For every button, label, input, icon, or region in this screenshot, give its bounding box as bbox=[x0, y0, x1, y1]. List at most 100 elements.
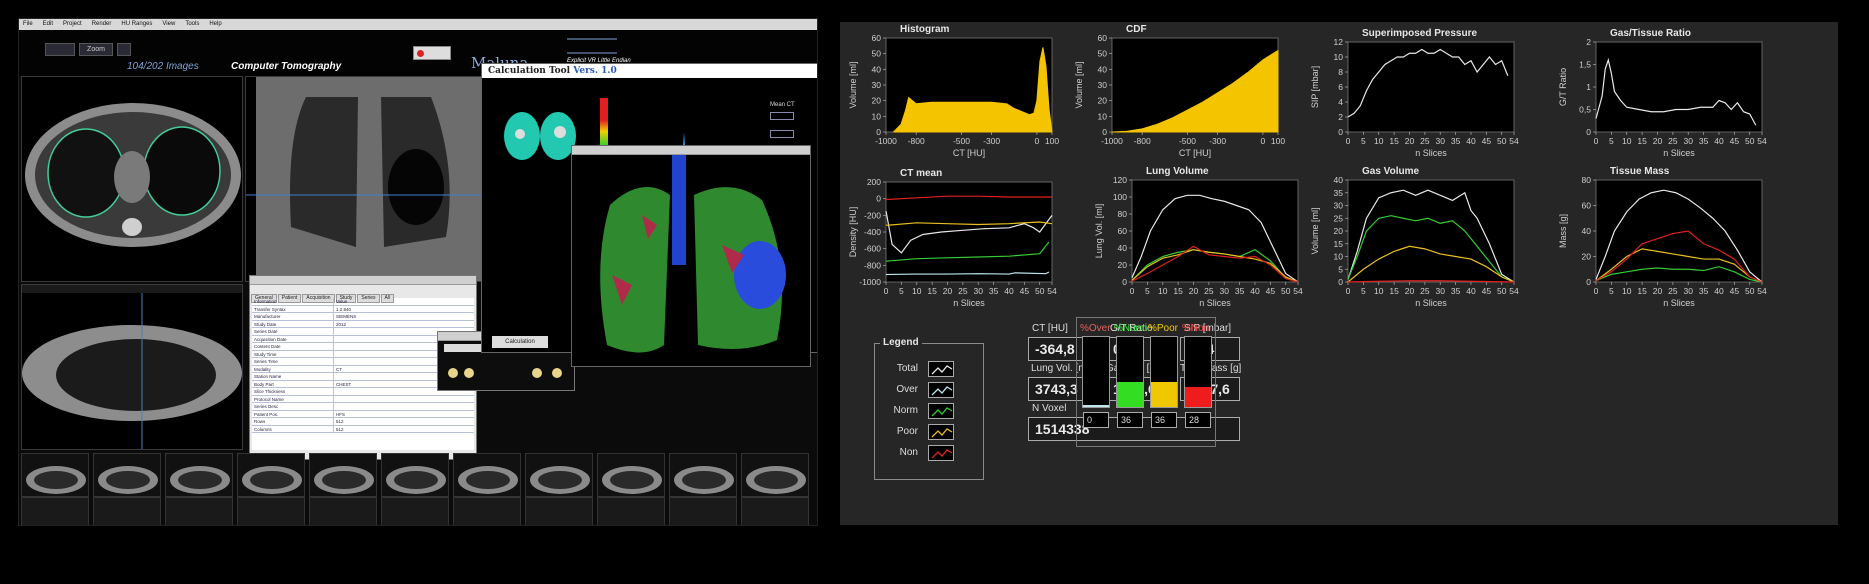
menu-item-project[interactable]: Project bbox=[63, 19, 82, 30]
y-tick-label: 2 bbox=[1586, 37, 1591, 47]
menu-item-edit[interactable]: Edit bbox=[43, 19, 53, 30]
x-tick-label: 54 bbox=[1047, 286, 1057, 296]
axial-view[interactable] bbox=[21, 76, 243, 282]
slice-thumbnail[interactable] bbox=[93, 453, 161, 497]
y-tick-label: 0,5 bbox=[1579, 105, 1591, 115]
record-button[interactable] bbox=[413, 46, 451, 60]
sagittal-view[interactable] bbox=[21, 284, 243, 450]
x-axis-label: n Slices bbox=[1663, 148, 1695, 158]
chart-pressure: Superimposed Pressure 0 2 4 6 8 10 12 0 5 10 15 20 25… bbox=[1310, 28, 1519, 158]
property-value bbox=[334, 328, 336, 335]
slice-thumbnail[interactable] bbox=[525, 453, 593, 497]
slice-thumbnail[interactable] bbox=[453, 497, 521, 525]
tool-button[interactable] bbox=[45, 43, 75, 56]
percentage-bar bbox=[1116, 336, 1144, 408]
slice-thumbnail[interactable] bbox=[381, 453, 449, 497]
slice-thumbnail[interactable] bbox=[741, 497, 809, 525]
slice-thumbnail[interactable] bbox=[597, 497, 665, 525]
slice-thumbnail[interactable] bbox=[669, 497, 737, 525]
table-row[interactable]: Patient Pos. HFS bbox=[252, 410, 474, 418]
slice-thumbnail[interactable] bbox=[669, 453, 737, 497]
menu-item-file[interactable]: File bbox=[23, 19, 33, 30]
plot-area bbox=[1595, 41, 1763, 133]
table-row[interactable]: Transfer Syntax 1.2.840 bbox=[252, 305, 474, 313]
legend-swatch-non bbox=[928, 445, 954, 461]
slice-thumbnail[interactable] bbox=[381, 497, 449, 525]
slice-thumbnail[interactable] bbox=[21, 497, 89, 525]
menu-item-help[interactable]: Help bbox=[209, 19, 221, 30]
menu-item-tools[interactable]: Tools bbox=[185, 19, 199, 30]
table-row[interactable]: Rows 512 bbox=[252, 418, 474, 426]
coronal-view[interactable] bbox=[245, 76, 491, 282]
property-value: CHEST bbox=[336, 381, 352, 387]
dialog-knob-icon[interactable] bbox=[464, 368, 474, 378]
y-tick-label: 20 bbox=[1334, 226, 1344, 236]
y-tick-label: 40 bbox=[1582, 226, 1592, 236]
y-tick-label: 5 bbox=[1338, 264, 1343, 274]
lung-3d-render bbox=[600, 155, 786, 353]
y-tick-label: 25 bbox=[1334, 213, 1344, 223]
x-axis-label: CT [HU] bbox=[953, 148, 985, 158]
table-row[interactable]: Protocol Name bbox=[252, 395, 474, 403]
table-row[interactable]: Study Date 2012 bbox=[252, 320, 474, 328]
percentage-value: 36 bbox=[1117, 412, 1143, 428]
slice-thumbnail[interactable] bbox=[309, 497, 377, 525]
tool-button[interactable] bbox=[117, 43, 131, 56]
slice-thumbnail[interactable] bbox=[93, 497, 161, 525]
y-axis-label: Density [HU] bbox=[848, 207, 858, 258]
menu-item-render[interactable]: Render bbox=[92, 19, 112, 30]
x-tick-label: 15 bbox=[1173, 286, 1183, 296]
slice-thumbnail[interactable] bbox=[165, 497, 233, 525]
x-tick-label: 10 bbox=[912, 286, 922, 296]
calculation-button[interactable]: Calculation bbox=[492, 336, 548, 348]
chart-svg: 0102030405060-1000 -800 -500 -300 0 100CT [HU… bbox=[1074, 33, 1285, 158]
table-row[interactable]: Manufacturer SIEMENS bbox=[252, 313, 474, 321]
x-tick-label: -300 bbox=[1209, 136, 1226, 146]
thumbnail-image bbox=[26, 466, 86, 494]
y-tick-label: 120 bbox=[1113, 175, 1127, 185]
slice-thumbnail[interactable] bbox=[237, 497, 305, 525]
property-value bbox=[334, 358, 336, 365]
slice-thumbnail[interactable] bbox=[597, 453, 665, 497]
chart-title: Histogram bbox=[900, 24, 950, 35]
x-tick-label: 35 bbox=[1699, 136, 1709, 146]
legend-label: Norm bbox=[893, 405, 918, 416]
x-tick-label: 35 bbox=[1451, 136, 1461, 146]
percentage-bar-fill bbox=[1185, 387, 1211, 407]
y-tick-label: 20 bbox=[872, 96, 882, 106]
x-axis-label: n Slices bbox=[1415, 148, 1447, 158]
menu-item-hu-ranges[interactable]: HU Ranges bbox=[121, 19, 152, 30]
percentage-label: %Non bbox=[1182, 323, 1210, 334]
thumbnail-image bbox=[530, 466, 590, 494]
render-title-bar bbox=[572, 146, 810, 155]
slice-thumbnail[interactable] bbox=[309, 453, 377, 497]
zoom-button[interactable]: Zoom bbox=[79, 43, 113, 56]
x-tick-label: 45 bbox=[1730, 136, 1740, 146]
dialog-knob-icon[interactable] bbox=[448, 368, 458, 378]
x-tick-label: 5 bbox=[1609, 136, 1614, 146]
slice-thumbnail[interactable] bbox=[237, 453, 305, 497]
slice-thumbnail[interactable] bbox=[453, 453, 521, 497]
dialog-knob-icon[interactable] bbox=[552, 368, 562, 378]
x-tick-label: 0 bbox=[1346, 286, 1351, 296]
slice-thumbnail[interactable] bbox=[165, 453, 233, 497]
x-tick-label: 10 bbox=[1374, 286, 1384, 296]
property-value: 512 bbox=[336, 419, 344, 424]
property-name: Patient Pos. bbox=[252, 410, 334, 417]
dialog-knob-icon[interactable] bbox=[532, 368, 542, 378]
property-name: Columns bbox=[252, 425, 334, 432]
table-row[interactable]: Series Desc bbox=[252, 403, 474, 411]
volume-render-window[interactable] bbox=[571, 145, 811, 367]
slice-thumbnail[interactable] bbox=[741, 453, 809, 497]
x-axis-label: CT [HU] bbox=[1179, 148, 1211, 158]
chart-title: Superimposed Pressure bbox=[1362, 28, 1478, 39]
tab-all[interactable]: All bbox=[380, 294, 395, 303]
x-tick-label: 50 bbox=[1497, 136, 1507, 146]
tab-series[interactable]: Series bbox=[357, 294, 380, 303]
slice-thumbnail[interactable] bbox=[525, 497, 593, 525]
x-tick-label: 15 bbox=[1637, 286, 1647, 296]
slice-thumbnail[interactable] bbox=[21, 453, 89, 497]
menu-item-view[interactable]: View bbox=[162, 19, 175, 30]
table-row[interactable]: Columns 512 bbox=[252, 425, 474, 433]
y-tick-label: 0 bbox=[1122, 277, 1127, 287]
